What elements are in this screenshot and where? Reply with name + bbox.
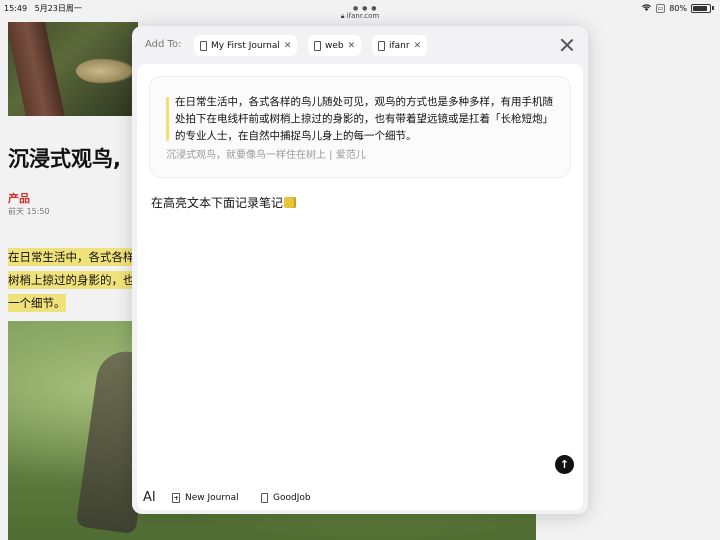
- highlighted-line[interactable]: 树梢上掠过的身影的，也: [8, 271, 135, 289]
- journal-tag-chip[interactable]: My First Journal ✕: [194, 35, 298, 56]
- tag-label: ifanr: [389, 40, 410, 51]
- quote-text: 在日常生活中，各式各样的鸟儿随处可见，观鸟的方式也是多种多样，有用手机随处拍下在…: [175, 96, 553, 142]
- remove-tag-icon[interactable]: ✕: [284, 41, 292, 51]
- new-journal-button[interactable]: New Journal: [165, 487, 246, 508]
- highlighted-line[interactable]: 在日常生活中，各式各样: [8, 248, 135, 266]
- new-journal-label: New Journal: [185, 492, 239, 503]
- panel-header: Add To: My First Journal ✕ web ✕ ifanr ✕: [132, 26, 588, 64]
- send-button[interactable]: ↑: [555, 455, 574, 474]
- url-text: ifanr.com: [346, 12, 380, 20]
- article-body: 在日常生活中，各式各样 树梢上掠过的身影的，也 一个细节。: [8, 246, 136, 315]
- add-to-label: Add To:: [145, 39, 182, 50]
- journal-tag-chip[interactable]: ifanr ✕: [372, 35, 428, 56]
- tree-trunk: [8, 22, 70, 116]
- status-extra-icon: ▭: [655, 3, 666, 13]
- document-icon: [378, 40, 385, 51]
- tag-label: web: [325, 40, 344, 51]
- note-editor[interactable]: 在日常生活中，各式各样的鸟儿随处可见，观鸟的方式也是多种多样，有用手机随处拍下在…: [137, 64, 583, 510]
- journal-label: GoodJob: [273, 492, 311, 503]
- article-category[interactable]: 产品: [8, 190, 30, 206]
- battery-icon: [691, 3, 711, 13]
- multitasking-dots-icon[interactable]: ● ● ●: [353, 5, 378, 12]
- document-icon: [314, 40, 321, 51]
- notebook-emoji-icon: [284, 197, 297, 208]
- journal-tag-chip[interactable]: web ✕: [308, 35, 362, 56]
- bird-image: [76, 58, 136, 84]
- highlighted-line[interactable]: 一个细节。: [8, 294, 66, 312]
- status-right: ▭ 80%: [641, 3, 714, 13]
- battery-tip: [712, 6, 714, 10]
- tag-label: My First Journal: [211, 40, 280, 51]
- article-time: 前天 15:50: [8, 207, 50, 216]
- remove-tag-icon[interactable]: ✕: [348, 41, 356, 51]
- document-icon: [261, 492, 268, 503]
- remove-tag-icon[interactable]: ✕: [414, 41, 422, 51]
- highlight-quote-card: 在日常生活中，各式各样的鸟儿随处可见，观鸟的方式也是多种多样，有用手机随处拍下在…: [149, 76, 571, 178]
- url-label[interactable]: 🔒︎ ifanr.com: [0, 12, 720, 21]
- text-style-glyph: AI: [143, 490, 156, 505]
- panel-footer: AI New Journal GoodJob: [132, 482, 588, 514]
- article-hero-image: [8, 22, 138, 116]
- new-document-icon: [172, 492, 180, 503]
- wifi-icon: [641, 3, 652, 13]
- status-bar: 15:49 5月23日周一 ● ● ● 🔒︎ ifanr.com ▭ 80%: [0, 0, 720, 22]
- text-style-icon[interactable]: AI: [143, 490, 156, 505]
- close-icon[interactable]: [560, 38, 574, 52]
- document-icon: [200, 40, 207, 51]
- quote-source[interactable]: 沉浸式观鸟，就要像鸟一样住在树上 | 爱范儿: [166, 146, 366, 161]
- note-text[interactable]: 在高亮文本下面记录笔记: [151, 194, 297, 211]
- note-content: 在高亮文本下面记录笔记: [151, 196, 284, 210]
- lock-icon: 🔒︎: [340, 12, 345, 20]
- battery-percent: 80%: [669, 3, 687, 13]
- highlight-bar: [166, 97, 169, 141]
- add-to-journal-panel: Add To: My First Journal ✕ web ✕ ifanr ✕…: [132, 26, 588, 514]
- article-title: 沉浸式观鸟,: [8, 147, 121, 171]
- journal-chip-goodjob[interactable]: GoodJob: [254, 487, 318, 508]
